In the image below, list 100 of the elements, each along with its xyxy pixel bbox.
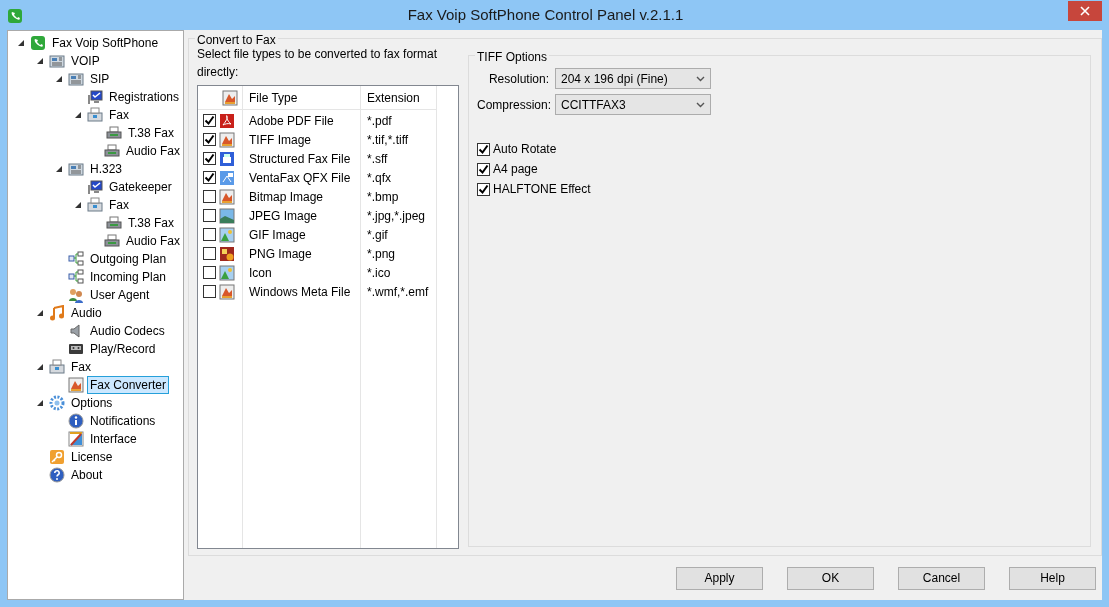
collapse-arrow-icon[interactable] [35,362,45,372]
monitor-icon [87,89,103,105]
flow-chart-icon [68,251,84,267]
tree-item[interactable]: Incoming Plan [87,268,170,286]
png-image-icon [219,245,235,262]
tree-item[interactable]: Interface [87,430,140,448]
extension-cell-text: *.ico [367,264,391,282]
close-button[interactable] [1068,1,1102,21]
gear-icon [49,395,65,411]
tree-item[interactable]: Fax [68,358,94,376]
tree-item[interactable]: VOIP [68,52,103,70]
collapse-arrow-icon[interactable] [73,200,83,210]
extension-cell-text: *.qfx [367,169,391,187]
file-type-cell-text: TIFF Image [249,131,311,149]
collapse-arrow-icon[interactable] [54,164,64,174]
pdf-icon [219,112,235,129]
dialog-button[interactable]: Help [1009,566,1096,590]
fax-icon [87,197,103,213]
checkbox[interactable] [203,152,216,165]
extension-cell-text: *.gif [367,226,388,244]
printer-icon [103,233,120,249]
collapse-arrow-icon[interactable] [54,74,64,84]
tree-item[interactable]: License [68,448,116,466]
dialog-button[interactable]: Cancel [898,566,985,590]
extension-cell-text: *.wmf,*.emf [367,283,429,301]
picture-icon [222,89,238,106]
tree-item[interactable]: About [68,466,106,484]
checkbox[interactable] [203,285,216,298]
landscape-icon [219,264,235,281]
extension-cell-text: *.pdf [367,112,392,130]
fax-icon [49,359,65,375]
checkbox[interactable] [203,114,216,127]
tree-item[interactable]: T.38 Fax [125,124,178,142]
checkbox[interactable] [203,171,216,184]
key-icon [49,449,65,465]
checkbox[interactable] [203,209,216,222]
tree-item[interactable]: Play/Record [87,340,159,358]
music-note-icon [49,305,65,321]
tree-item[interactable]: Audio [68,304,105,322]
desk-phone-icon [68,71,84,87]
printer-icon [106,125,122,141]
checkbox[interactable] [203,190,216,203]
dialog-button[interactable]: Apply [676,566,763,590]
tree-item[interactable]: Outgoing Plan [87,250,170,268]
landscape-icon [219,226,235,243]
tree-item[interactable]: User Agent [87,286,153,304]
checkbox[interactable] [203,266,216,279]
collapse-arrow-icon[interactable] [35,56,45,66]
file-type-cell-text: Adobe PDF File [249,112,334,130]
dropdown[interactable]: 204 x 196 dpi (Fine) [555,68,711,89]
tree-item[interactable]: Notifications [87,412,159,430]
tree-item[interactable]: Fax Converter [87,376,170,394]
window-title: Fax Voip SoftPhone Control Panel v.2.1.1 [406,4,685,25]
collapse-arrow-icon[interactable] [35,308,45,318]
info-icon [68,413,84,429]
column-header[interactable]: Extension [361,86,436,110]
checkbox-label: A4 page [493,161,538,178]
tree-item[interactable]: Audio Fax [122,142,183,160]
fax-icon [87,107,103,123]
collapse-arrow-icon[interactable] [35,398,45,408]
phone-icon [7,7,23,24]
desk-phone-icon [49,53,65,69]
field-label: Resolution: [487,70,549,88]
landscape-icon [219,207,235,224]
help-icon [49,467,65,483]
tree-item[interactable]: Audio Codecs [87,322,168,340]
phone-icon [30,35,46,51]
checkbox[interactable] [477,142,490,156]
tree-item[interactable]: H.323 [87,160,126,178]
cassette-icon [68,341,84,357]
checkbox-label: HALFTONE Effect [493,181,591,198]
extension-cell-text: *.bmp [367,188,399,206]
collapse-arrow-icon[interactable] [16,38,26,48]
tree-item[interactable]: Fax [106,106,132,124]
checkbox[interactable] [203,247,216,260]
tree-item[interactable]: Options [68,394,116,412]
checkbox[interactable] [477,162,490,176]
tree-item[interactable]: Audio Fax [122,232,183,250]
monitor-icon [87,179,103,195]
file-type-cell-text: JPEG Image [249,207,318,225]
checkbox[interactable] [203,228,216,241]
caret-icon [696,101,705,108]
tree-item[interactable]: Fax Voip SoftPhone [49,34,162,52]
tree-item[interactable]: Fax [106,196,132,214]
flow-chart-icon [68,269,84,285]
dropdown[interactable]: CCITTFAX3 [555,94,711,115]
column-header[interactable]: File Type [243,86,360,110]
tree-item[interactable]: Gatekeeper [106,178,175,196]
picture-icon [68,377,84,393]
checkbox[interactable] [477,182,490,196]
checkbox[interactable] [203,133,216,146]
tree-item[interactable]: Registrations [106,88,183,106]
tree-item[interactable]: T.38 Fax [125,214,178,232]
extension-cell-text: *.tif,*.tiff [367,131,409,149]
dialog-button[interactable]: OK [787,566,874,590]
desk-phone-icon [68,161,84,177]
file-type-cell-text: VentaFax QFX File [249,169,351,187]
printer-icon [106,215,122,231]
collapse-arrow-icon[interactable] [73,110,83,120]
tree-item[interactable]: SIP [87,70,113,88]
